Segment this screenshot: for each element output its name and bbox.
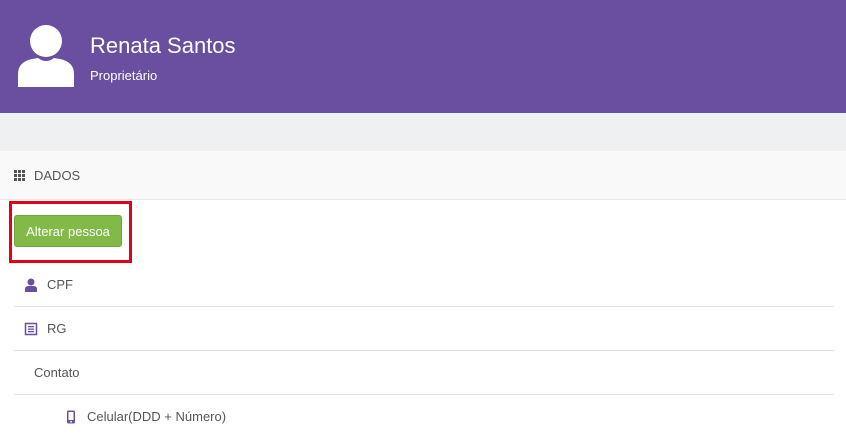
field-label-rg: RG [47, 321, 67, 336]
field-row-cpf: CPF [14, 263, 834, 307]
field-row-celular: Celular(DDD + Número) [14, 395, 834, 438]
user-icon [25, 278, 37, 292]
field-label-celular: Celular(DDD + Número) [87, 409, 227, 424]
id-card-icon [24, 322, 38, 336]
field-row-contato: Contato [14, 351, 834, 395]
user-name: Renata Santos [90, 33, 236, 58]
profile-header: Renata Santos Proprietário [0, 0, 846, 113]
toolbar-band [0, 113, 846, 151]
section-header: DADOS [0, 151, 846, 200]
mobile-phone-icon [67, 410, 75, 424]
section-title: DADOS [34, 168, 81, 183]
user-avatar-icon [18, 25, 74, 87]
alter-person-button[interactable]: Alterar pessoa [14, 215, 122, 247]
field-row-rg: RG [14, 307, 834, 351]
grid-icon [14, 170, 25, 181]
user-role: Proprietário [90, 68, 158, 83]
field-label-cpf: CPF [47, 277, 73, 292]
field-label-contato: Contato [34, 365, 80, 380]
